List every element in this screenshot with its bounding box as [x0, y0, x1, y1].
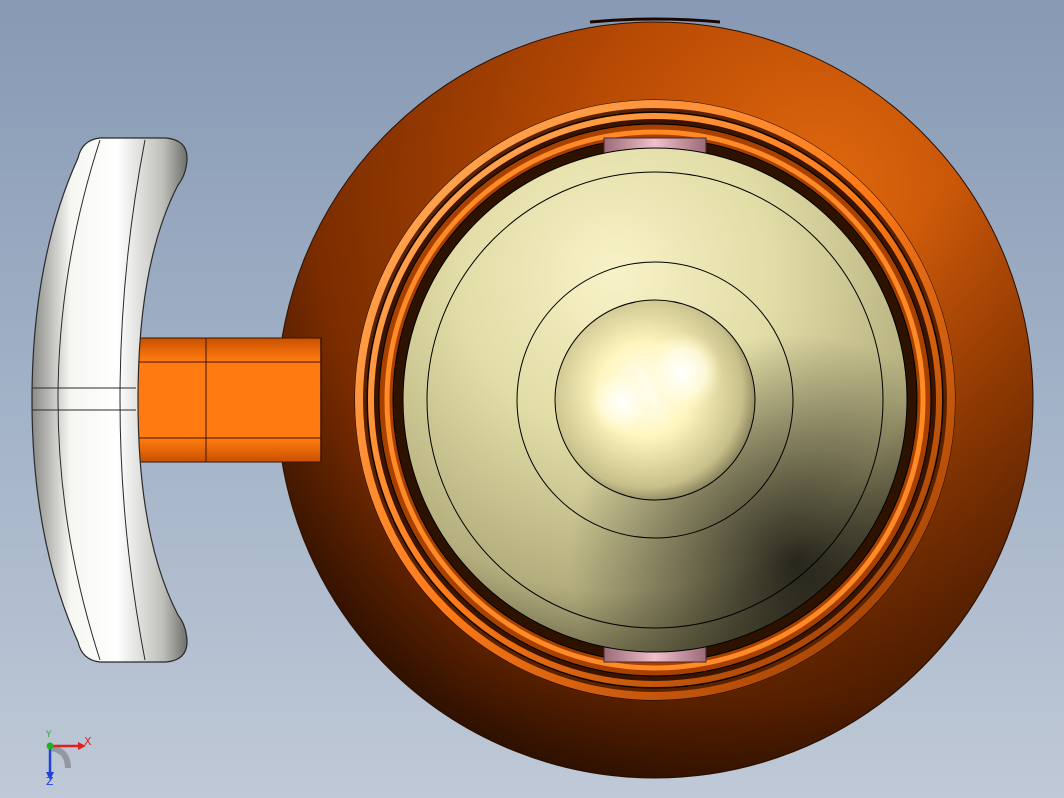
valve-stem — [133, 337, 322, 463]
z-axis-label: Z — [46, 775, 54, 788]
x-axis-label: X — [84, 735, 92, 748]
y-axis-dot — [46, 742, 54, 750]
cad-viewport[interactable]: X Y Z — [0, 0, 1064, 798]
stem-hub — [554, 299, 756, 501]
coordinate-triad: X Y Z — [38, 728, 98, 788]
valve-model[interactable] — [0, 0, 1064, 798]
y-axis-label: Y — [46, 730, 52, 740]
